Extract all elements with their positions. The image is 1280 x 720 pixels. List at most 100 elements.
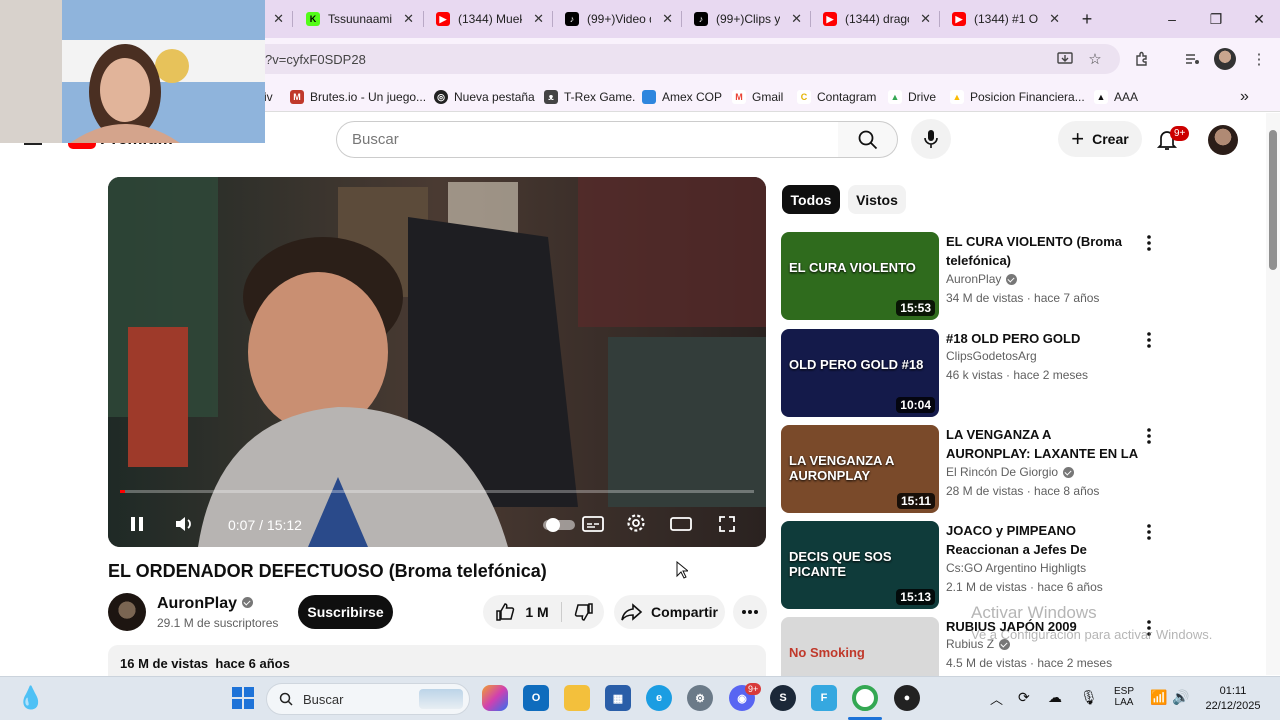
recommended-channel[interactable]: Cs:GO Argentino Highligts: [946, 561, 1086, 575]
address-field[interactable]: ?v=cyfxF0SDP28: [240, 44, 1120, 74]
start-button[interactable]: [230, 685, 256, 711]
bookmark-gmail[interactable]: M Gmail: [732, 87, 783, 107]
bookmarks-overflow-button[interactable]: »: [1240, 87, 1249, 107]
star-icon[interactable]: ☆: [1084, 48, 1106, 70]
more-options-icon[interactable]: [1141, 523, 1157, 541]
clock[interactable]: 01:11 22/12/2025: [1200, 685, 1266, 712]
recommended-video[interactable]: LA VENGANZA A AURONPLAY 15:11 LA VENGANZA …: [781, 425, 1181, 515]
bookmark-nueva-pestana[interactable]: ◎ Nueva pestaña: [434, 87, 535, 107]
close-icon[interactable]: ✕: [273, 11, 284, 27]
bookmark-item[interactable]: iv: [264, 87, 273, 107]
recommended-video[interactable]: DECIS QUE SOS PICANTE 15:13 JOACO y PIMPEA…: [781, 521, 1181, 611]
volume-tray-icon[interactable]: 🔊: [1172, 689, 1189, 706]
bookmark-posicion[interactable]: ▲ Posicion Financiera...: [950, 87, 1085, 107]
close-icon[interactable]: ✕: [920, 11, 931, 27]
bookmark-aaa[interactable]: ▲ AAA: [1094, 87, 1138, 107]
tab-tiktok-2[interactable]: ♪ (99+)Clips y ✕: [694, 0, 802, 38]
create-button[interactable]: + Crear: [1058, 121, 1142, 157]
search-button[interactable]: [838, 121, 898, 158]
chrome-icon[interactable]: [852, 685, 878, 711]
recommended-channel[interactable]: ClipsGodetosArg: [946, 349, 1037, 363]
video-thumbnail[interactable]: EL CURA VIOLENTO 15:53: [781, 232, 939, 320]
like-button[interactable]: 1 M: [483, 595, 561, 629]
file-explorer-icon[interactable]: [564, 685, 590, 711]
cloud-icon[interactable]: ☁: [1048, 689, 1062, 706]
f-app-icon[interactable]: F: [811, 685, 837, 711]
recommended-channel[interactable]: El Rincón De Giorgio: [946, 465, 1075, 479]
outlook-icon[interactable]: O: [523, 685, 549, 711]
restore-button[interactable]: ❐: [1194, 0, 1238, 38]
more-options-icon[interactable]: [1141, 427, 1157, 445]
scrollbar-thumb[interactable]: [1269, 130, 1277, 270]
close-icon[interactable]: ✕: [1049, 11, 1060, 27]
install-app-icon[interactable]: [1054, 48, 1076, 70]
video-thumbnail[interactable]: LA VENGANZA A AURONPLAY 15:11: [781, 425, 939, 513]
more-options-icon[interactable]: [1141, 331, 1157, 349]
account-avatar[interactable]: [1208, 125, 1238, 155]
channel-name[interactable]: AuronPlay: [157, 595, 254, 613]
recommended-channel[interactable]: AuronPlay: [946, 272, 1018, 286]
close-icon[interactable]: ✕: [533, 11, 544, 27]
sync-icon[interactable]: ⟳: [1018, 689, 1030, 706]
app-icon[interactable]: ●: [894, 685, 920, 711]
recommended-title[interactable]: #18 OLD PERO GOLD: [946, 329, 1138, 348]
bookmark-amex[interactable]: Amex COP: [642, 87, 722, 107]
subscribe-button[interactable]: Suscribirse: [298, 595, 393, 629]
close-icon[interactable]: ✕: [791, 11, 802, 27]
theater-mode-button[interactable]: [670, 515, 692, 533]
copilot-icon[interactable]: [482, 685, 508, 711]
steam-icon[interactable]: S: [770, 685, 796, 711]
chip-all[interactable]: Todos: [782, 185, 840, 214]
bookmark-contagram[interactable]: C Contagram: [797, 87, 876, 107]
edge-icon[interactable]: e: [646, 685, 672, 711]
voice-search-button[interactable]: [911, 119, 951, 159]
pause-button[interactable]: [128, 515, 146, 533]
taskbar-search[interactable]: Buscar: [266, 683, 470, 715]
close-window-button[interactable]: ✕: [1237, 0, 1280, 38]
settings-button[interactable]: [626, 513, 646, 533]
recommended-video[interactable]: OLD PERO GOLD #18 10:04 #18 OLD PERO GOLD C…: [781, 329, 1181, 419]
new-tab-button[interactable]: +: [1076, 0, 1098, 38]
recommended-title[interactable]: JOACO y PIMPEANO Reaccionan a Jefes De Y…: [946, 521, 1138, 559]
extensions-icon[interactable]: [1131, 48, 1153, 70]
language-indicator[interactable]: ESP LAA: [1112, 686, 1136, 708]
media-control-icon[interactable]: [1181, 48, 1203, 70]
tab-kick[interactable]: K Tssuunaamii ✕: [306, 0, 414, 38]
recommended-title[interactable]: EL CURA VIOLENTO (Broma telefónica): [946, 232, 1138, 270]
bookmark-drive[interactable]: ▲ Drive: [888, 87, 936, 107]
more-actions-button[interactable]: [733, 595, 767, 629]
microphone-icon[interactable]: 🎙: [1080, 689, 1098, 706]
kebab-menu-icon[interactable]: ⋮: [1248, 48, 1270, 70]
more-options-icon[interactable]: [1141, 234, 1157, 252]
settings-gear-icon[interactable]: ⚙: [687, 685, 713, 711]
tab-youtube-1[interactable]: ▶ (1344) Muek ✕: [436, 0, 544, 38]
wifi-icon[interactable]: 📶: [1150, 689, 1167, 706]
video-thumbnail[interactable]: DECIS QUE SOS PICANTE 15:13: [781, 521, 939, 609]
store-icon[interactable]: ▦: [605, 685, 631, 711]
show-hidden-icons-button[interactable]: ︿: [990, 689, 1003, 708]
volume-button[interactable]: [174, 515, 196, 533]
share-button[interactable]: Compartir: [614, 595, 725, 629]
progress-bar[interactable]: [120, 490, 754, 493]
close-icon[interactable]: ✕: [403, 11, 414, 27]
close-icon[interactable]: ✕: [662, 11, 673, 27]
widgets-icon[interactable]: 💧: [17, 685, 44, 711]
tab-tiktok-1[interactable]: ♪ (99+)Video d ✕: [565, 0, 673, 38]
autoplay-toggle[interactable]: [542, 517, 576, 533]
subtitles-button[interactable]: [582, 515, 604, 533]
recommended-video[interactable]: EL CURA VIOLENTO 15:53 EL CURA VIOLENTO (B…: [781, 232, 1181, 322]
tab-active[interactable]: ✕: [268, 0, 288, 38]
tab-youtube-3[interactable]: ▶ (1344) #1 OL ✕: [952, 0, 1060, 38]
search-input[interactable]: Buscar: [336, 121, 839, 158]
tab-youtube-2[interactable]: ▶ (1344) drago ✕: [823, 0, 931, 38]
chip-watched[interactable]: Vistos: [848, 185, 906, 214]
fullscreen-button[interactable]: [718, 515, 736, 533]
channel-avatar[interactable]: [108, 593, 146, 631]
profile-avatar-icon[interactable]: [1214, 48, 1236, 70]
dislike-button[interactable]: [565, 595, 603, 629]
bookmark-brutes[interactable]: M Brutes.io - Un juego...: [290, 87, 426, 107]
recommended-title[interactable]: LA VENGANZA A AURONPLAY: LAXANTE EN LA C…: [946, 425, 1138, 463]
video-thumbnail[interactable]: OLD PERO GOLD #18 10:04: [781, 329, 939, 417]
video-player[interactable]: 0:07 / 15:12: [108, 177, 766, 547]
minimize-button[interactable]: –: [1150, 0, 1194, 38]
